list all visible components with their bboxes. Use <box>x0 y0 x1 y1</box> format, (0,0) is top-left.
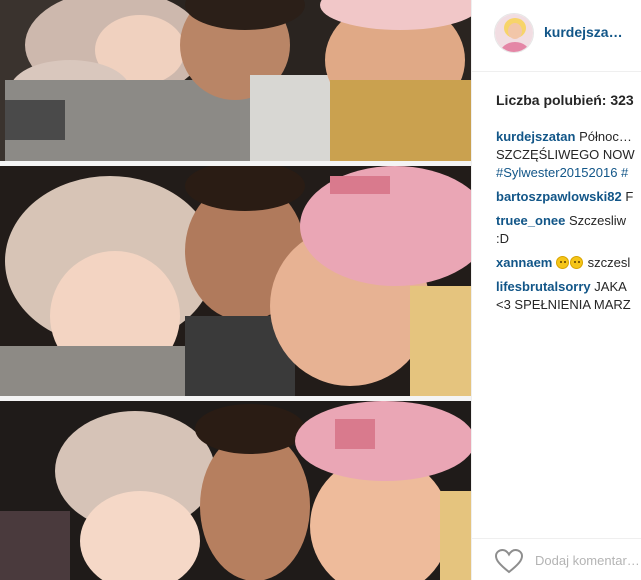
photo-strip-middle <box>0 166 471 396</box>
post-header: kurdejsza… <box>472 0 641 72</box>
comment-text: SZCZĘŚLIWEGO NOW <box>496 147 635 162</box>
post-photo[interactable] <box>0 0 471 580</box>
add-comment-input[interactable]: Dodaj komentar… <box>535 553 640 568</box>
comment-item: xannaem szczesl <box>496 254 641 272</box>
comment-username[interactable]: truee_onee <box>496 213 565 228</box>
comment-username[interactable]: bartoszpawlowski82 <box>496 189 622 204</box>
hashtag-link[interactable]: #Sylwester20152016 # <box>496 165 628 180</box>
comment-text: F <box>625 189 634 204</box>
comment-username[interactable]: kurdejszatan <box>496 129 575 144</box>
likes-count[interactable]: Liczba polubień: 323 <box>496 92 634 108</box>
smile-emoji-icon <box>570 256 583 269</box>
avatar[interactable] <box>494 13 534 53</box>
smile-emoji-icon <box>556 256 569 269</box>
comment-text: :D <box>496 231 509 246</box>
post-footer: Dodaj komentar… <box>472 538 641 580</box>
comment-item: kurdejszatan Północ… SZCZĘŚLIWEGO NOW #S… <box>496 128 641 182</box>
comment-text: Północ… <box>579 129 632 144</box>
comment-text: JAKA <box>594 279 627 294</box>
photo-strip-bottom <box>0 401 471 580</box>
comment-username[interactable]: xannaem <box>496 255 552 270</box>
comment-list: kurdejszatan Północ… SZCZĘŚLIWEGO NOW #S… <box>496 128 641 320</box>
comment-item: lifesbrutalsorry JAKA <3 SPEŁNIENIA MARZ <box>496 278 641 314</box>
comment-text: <3 SPEŁNIENIA MARZ <box>496 297 631 312</box>
comment-item: bartoszpawlowski82 F <box>496 188 641 206</box>
comment-item: truee_onee Szczesliw :D <box>496 212 641 248</box>
comment-text: Szczesliw <box>569 213 627 228</box>
comment-username[interactable]: lifesbrutalsorry <box>496 279 591 294</box>
heart-icon[interactable] <box>495 549 523 574</box>
post-username-link[interactable]: kurdejsza… <box>544 24 623 40</box>
comment-text: szczesl <box>587 255 631 270</box>
photo-strip-top <box>0 0 471 161</box>
post-sidebar: kurdejsza… Liczba polubień: 323 kurdejsz… <box>471 0 641 580</box>
